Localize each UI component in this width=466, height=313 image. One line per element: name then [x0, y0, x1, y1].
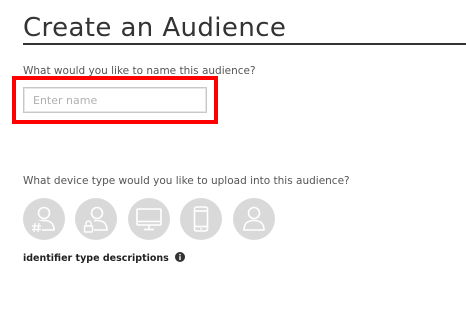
- user-hash-icon: [31, 206, 55, 233]
- info-icon: [175, 252, 186, 262]
- user-lock-icon: [83, 206, 108, 233]
- device-option-desktop[interactable]: [128, 198, 170, 240]
- title-divider: [23, 43, 466, 45]
- mobile-phone-icon: [193, 206, 209, 232]
- device-option-user[interactable]: [233, 198, 275, 240]
- device-option-user-hash[interactable]: [23, 198, 65, 240]
- device-option-mobile[interactable]: [180, 198, 222, 240]
- audience-name-input[interactable]: [23, 87, 207, 113]
- device-option-user-lock[interactable]: [75, 198, 117, 240]
- user-icon: [243, 206, 265, 231]
- device-type-label: What device type would you like to uploa…: [23, 175, 350, 187]
- desktop-icon: [136, 208, 162, 231]
- identifier-descriptions-link[interactable]: identifier type descriptions: [23, 252, 186, 265]
- identifier-descriptions-label: identifier type descriptions: [23, 253, 169, 264]
- create-audience-page: Create an Audience What would you like t…: [0, 0, 466, 313]
- page-title: Create an Audience: [23, 13, 287, 43]
